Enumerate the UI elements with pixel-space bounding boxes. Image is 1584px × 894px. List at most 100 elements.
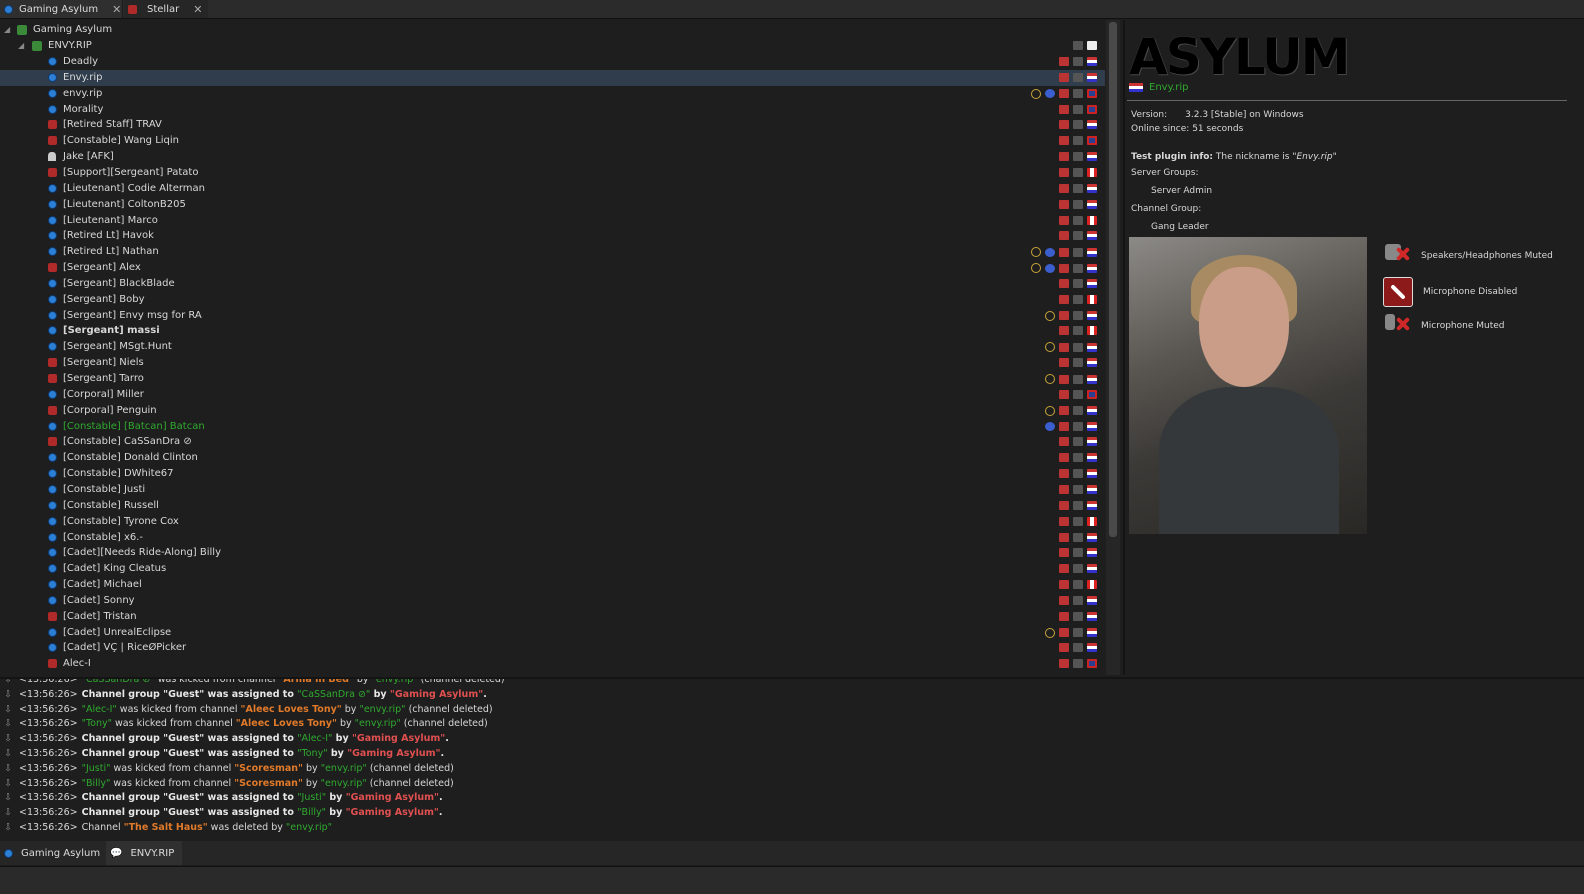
- log-fragment[interactable]: "CaSSanDra ⊘": [82, 679, 155, 685]
- log-fragment[interactable]: "Tony": [82, 718, 112, 729]
- client-row[interactable]: [Sergeant] Tarro: [0, 371, 1105, 387]
- log-fragment[interactable]: "Justi": [297, 792, 326, 803]
- legend-mic-muted: Microphone Muted: [1383, 312, 1505, 340]
- scroll-thumb[interactable]: [1109, 22, 1117, 537]
- client-row[interactable]: [Cadet] King Cleatus: [0, 561, 1105, 577]
- close-icon[interactable]: ✕: [193, 3, 202, 16]
- client-name: Alec-I: [63, 658, 91, 670]
- client-row[interactable]: [Sergeant] massi: [0, 323, 1105, 339]
- chat-tab-channel[interactable]: 💬 ENVY.RIP: [106, 841, 182, 865]
- client-row[interactable]: [Constable] CaSSanDra ⊘: [0, 434, 1105, 450]
- rank-icon: [1073, 532, 1083, 542]
- server-row[interactable]: ◢ Gaming Asylum: [0, 22, 1105, 38]
- client-row[interactable]: Deadly: [0, 54, 1105, 70]
- event-arrow-icon: ⇩: [4, 762, 12, 774]
- log-fragment[interactable]: "Scoresman": [234, 763, 303, 774]
- talk-power-icon: [48, 136, 57, 146]
- client-row[interactable]: Envy.rip: [0, 69, 1105, 86]
- log-fragment: by: [303, 762, 321, 774]
- client-row[interactable]: [Retired Staff] TRAV: [0, 117, 1105, 133]
- client-row[interactable]: [Constable] Russell: [0, 498, 1105, 514]
- country-flag-icon: [1087, 500, 1097, 510]
- panel-divider[interactable]: [1123, 20, 1125, 675]
- log-fragment[interactable]: "Gaming Asylum": [346, 792, 439, 803]
- client-row[interactable]: Jake [AFK]: [0, 149, 1105, 165]
- country-flag-icon: [1087, 643, 1097, 653]
- group-icon: [1059, 437, 1069, 447]
- client-row[interactable]: [Sergeant] Alex: [0, 260, 1105, 276]
- client-row[interactable]: [Constable] Tyrone Cox: [0, 514, 1105, 530]
- client-row[interactable]: [Cadet][Needs Ride-Along] Billy: [0, 545, 1105, 561]
- client-row[interactable]: [Cadet] UnrealEclipse: [0, 625, 1105, 641]
- log-fragment[interactable]: "Aleec Loves Tony": [236, 718, 337, 729]
- log-fragment[interactable]: "envy.rip": [321, 763, 367, 774]
- log-fragment[interactable]: "Gaming Asylum": [352, 733, 445, 744]
- client-row[interactable]: [Cadet] Michael: [0, 577, 1105, 593]
- client-row[interactable]: [Retired Lt] Nathan: [0, 244, 1105, 260]
- country-flag-icon: [1087, 152, 1097, 162]
- client-row[interactable]: [Sergeant] Niels: [0, 355, 1105, 371]
- log-fragment[interactable]: "Gaming Asylum": [347, 748, 440, 759]
- client-row[interactable]: [Sergeant] MSgt.Hunt: [0, 339, 1105, 355]
- log-fragment[interactable]: "Alec-I": [297, 733, 332, 744]
- client-row[interactable]: [Corporal] Miller: [0, 387, 1105, 403]
- client-nickname: Envy.rip: [1129, 82, 1188, 93]
- client-row[interactable]: [Corporal] Penguin: [0, 403, 1105, 419]
- log-fragment[interactable]: "Billy": [297, 807, 326, 818]
- channel-row[interactable]: ◢ ENVY.RIP: [0, 38, 1105, 54]
- version-value: 3.2.3 [Stable] on Windows: [1185, 110, 1304, 120]
- log-timestamp: <13:56:26>: [19, 807, 78, 819]
- close-icon[interactable]: ✕: [112, 3, 121, 16]
- client-row[interactable]: Morality: [0, 102, 1105, 118]
- channel-tree[interactable]: ◢ Gaming Asylum ◢ ENVY.RIP Deadly Envy.ri…: [0, 20, 1105, 675]
- log-fragment[interactable]: "Scoresman": [234, 778, 303, 789]
- client-row[interactable]: [Cadet] Tristan: [0, 609, 1105, 625]
- client-badges: [1045, 310, 1097, 321]
- client-row[interactable]: [Sergeant] Envy msg for RA: [0, 308, 1105, 324]
- collapse-icon[interactable]: ◢: [18, 41, 24, 50]
- log-fragment[interactable]: "Alec-I": [82, 704, 117, 715]
- client-badges: [1045, 342, 1097, 353]
- client-row[interactable]: [Cadet] VÇ | RiceØPicker: [0, 640, 1105, 656]
- client-row[interactable]: [Constable] [Batcan] Batcan: [0, 419, 1105, 435]
- client-row[interactable]: [Constable] DWhite67: [0, 466, 1105, 482]
- log-fragment[interactable]: "envy.rip": [372, 679, 418, 685]
- chat-tab-server[interactable]: Gaming Asylum: [0, 841, 104, 865]
- country-flag-icon: [1087, 231, 1097, 241]
- client-row[interactable]: [Cadet] Sonny: [0, 593, 1105, 609]
- client-name: [Retired Staff] TRAV: [63, 119, 162, 131]
- tab-stellar[interactable]: Stellar ✕: [124, 0, 208, 18]
- client-row[interactable]: [Constable] Donald Clinton: [0, 450, 1105, 466]
- log-fragment[interactable]: "Arma in Bed": [278, 679, 353, 685]
- log-fragment[interactable]: "Aleec Loves Tony": [241, 704, 342, 715]
- client-row[interactable]: [Constable] x6.-: [0, 530, 1105, 546]
- log-fragment[interactable]: "envy.rip": [355, 718, 401, 729]
- log-fragment[interactable]: "Justi": [82, 763, 111, 774]
- chat-log[interactable]: ⇩ <13:56:26> "CaSSanDra ⊘" was kicked from…: [0, 677, 1584, 842]
- log-fragment[interactable]: "CaSSanDra ⊘": [297, 689, 370, 700]
- country-flag-icon: [1087, 247, 1097, 257]
- log-fragment[interactable]: "Gaming Asylum": [390, 689, 483, 700]
- tree-scrollbar[interactable]: [1106, 20, 1120, 675]
- log-fragment[interactable]: "The Salt Haus": [124, 822, 208, 833]
- client-row[interactable]: [Constable] Wang Liqin: [0, 133, 1105, 149]
- tab-gaming-asylum[interactable]: Gaming Asylum ✕: [0, 0, 123, 18]
- log-fragment[interactable]: "Billy": [82, 778, 111, 789]
- log-fragment[interactable]: "Gaming Asylum": [346, 807, 439, 818]
- client-row[interactable]: [Support][Sergeant] Patato: [0, 165, 1105, 181]
- collapse-icon[interactable]: ◢: [4, 25, 10, 34]
- log-fragment[interactable]: "Tony": [297, 748, 327, 759]
- client-row[interactable]: [Sergeant] Boby: [0, 292, 1105, 308]
- client-row[interactable]: [Retired Lt] Havok: [0, 228, 1105, 244]
- client-row[interactable]: [Lieutenant] Codie Alterman: [0, 181, 1105, 197]
- client-status-icon: [48, 199, 57, 209]
- client-row[interactable]: [Lieutenant] ColtonB205: [0, 197, 1105, 213]
- client-row[interactable]: envy.rip: [0, 86, 1105, 102]
- client-row[interactable]: [Sergeant] BlackBlade: [0, 276, 1105, 292]
- log-fragment[interactable]: "envy.rip": [321, 778, 367, 789]
- client-row[interactable]: [Constable] Justi: [0, 482, 1105, 498]
- client-row[interactable]: Alec-I: [0, 656, 1105, 672]
- client-row[interactable]: [Lieutenant] Marco: [0, 213, 1105, 229]
- log-fragment[interactable]: "envy.rip": [286, 822, 332, 833]
- log-fragment[interactable]: "envy.rip": [359, 704, 405, 715]
